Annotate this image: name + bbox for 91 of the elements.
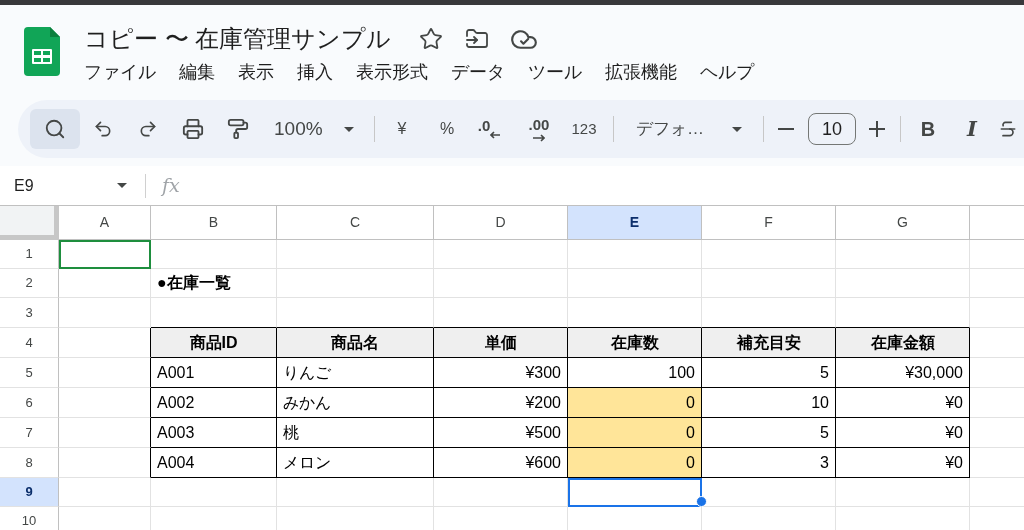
table-header-cell: 単価 [434, 328, 568, 358]
table-cell: A003 [151, 418, 277, 448]
menu-item[interactable]: ヘルプ [700, 58, 754, 86]
printer-icon [182, 118, 204, 140]
table-cell: 0 [568, 448, 702, 478]
row-header[interactable]: 4 [0, 328, 59, 358]
column-header[interactable]: G [836, 206, 970, 240]
row-header[interactable]: 8 [0, 448, 59, 478]
table-header-cell: 商品名 [277, 328, 434, 358]
strikethrough-icon [998, 119, 1018, 139]
bold-button[interactable]: B [910, 111, 946, 147]
caret-icon [117, 183, 127, 188]
percent-button[interactable]: % [429, 111, 465, 147]
table-cell: 5 [702, 358, 836, 388]
cell-cursor[interactable] [59, 240, 151, 269]
minus-icon [778, 128, 794, 130]
increase-decimal-button[interactable]: .00 [519, 111, 559, 147]
menu-item[interactable]: ファイル [84, 58, 156, 86]
cloud-check-icon[interactable] [511, 29, 538, 49]
table-cell: A002 [151, 388, 277, 418]
column-header[interactable]: E [568, 206, 702, 240]
table-cell: 100 [568, 358, 702, 388]
caret-icon [344, 126, 354, 132]
plus-icon [869, 121, 885, 137]
function-label: fx [162, 173, 180, 199]
table-cell: みかん [277, 388, 434, 418]
table-cell: ¥200 [434, 388, 568, 418]
table-cell: A001 [151, 358, 277, 388]
name-box[interactable]: E9 [0, 170, 134, 201]
row-header[interactable]: 1 [0, 240, 59, 269]
search-button[interactable] [30, 109, 80, 149]
fill-handle-icon[interactable] [696, 496, 707, 507]
table-cell: 3 [702, 448, 836, 478]
folder-arrow-icon[interactable] [465, 27, 490, 51]
column-header[interactable]: A [59, 206, 151, 240]
row-header[interactable]: 5 [0, 358, 59, 388]
column-header[interactable]: F [702, 206, 836, 240]
table-cell: 10 [702, 388, 836, 418]
caret-icon [732, 126, 742, 132]
table-cell: メロン [277, 448, 434, 478]
menu-item[interactable]: 拡張機能 [605, 58, 677, 86]
table-header-cell: 補充目安 [702, 328, 836, 358]
table-cell: りんご [277, 358, 434, 388]
table-header-cell: 在庫数 [568, 328, 702, 358]
decrease-decimal-button[interactable]: .0 [471, 111, 507, 147]
row-header[interactable]: 9 [0, 478, 59, 507]
menu-item[interactable]: 表示形式 [356, 58, 428, 86]
redo-icon [138, 119, 158, 139]
table-cell: ¥0 [836, 388, 970, 418]
right-arrow-icon [533, 133, 545, 142]
column-header[interactable]: B [151, 206, 277, 240]
table-cell: ¥300 [434, 358, 568, 388]
select-all-corner[interactable] [0, 206, 59, 240]
column-header[interactable]: D [434, 206, 568, 240]
search-icon [44, 118, 66, 140]
table-cell: A004 [151, 448, 277, 478]
menu-item[interactable]: 編集 [179, 58, 215, 86]
spreadsheet-logo-icon[interactable] [24, 27, 60, 76]
row-header[interactable]: 7 [0, 418, 59, 448]
paint-roller-icon [227, 118, 249, 140]
table-cell: 5 [702, 418, 836, 448]
row-header[interactable]: 2 [0, 269, 59, 298]
sheet-heading: ●在庫一覧 [151, 269, 277, 298]
selected-cell[interactable] [568, 478, 702, 507]
table-cell: ¥0 [836, 448, 970, 478]
number-format-button[interactable]: 123 [564, 111, 604, 147]
undo-icon [93, 119, 113, 139]
table-cell: ¥500 [434, 418, 568, 448]
menu-item[interactable]: 挿入 [297, 58, 333, 86]
star-icon[interactable] [419, 27, 444, 51]
table-cell: ¥0 [836, 418, 970, 448]
currency-button[interactable]: ¥ [384, 111, 420, 147]
row-header[interactable]: 3 [0, 298, 59, 328]
menu-item[interactable]: ツール [528, 58, 582, 86]
table-cell: 桃 [277, 418, 434, 448]
menu-item[interactable]: 表示 [238, 58, 274, 86]
table-cell: ¥30,000 [836, 358, 970, 388]
left-arrow-icon [490, 131, 501, 139]
zoom-dropdown[interactable]: 100% [266, 111, 362, 147]
row-header[interactable]: 6 [0, 388, 59, 418]
menu-item[interactable]: データ [451, 58, 505, 86]
font-dropdown[interactable]: デフォ… [626, 111, 750, 147]
document-title[interactable]: コピー 〜 在庫管理サンプル [84, 21, 392, 57]
table-cell: 0 [568, 388, 702, 418]
italic-button[interactable]: I [954, 111, 990, 147]
table-header-cell: 在庫金額 [836, 328, 970, 358]
table-header-cell: 商品ID [151, 328, 277, 358]
table-cell: 0 [568, 418, 702, 448]
table-cell: ¥600 [434, 448, 568, 478]
column-header[interactable]: C [277, 206, 434, 240]
font-size-field[interactable]: 10 [808, 113, 856, 145]
